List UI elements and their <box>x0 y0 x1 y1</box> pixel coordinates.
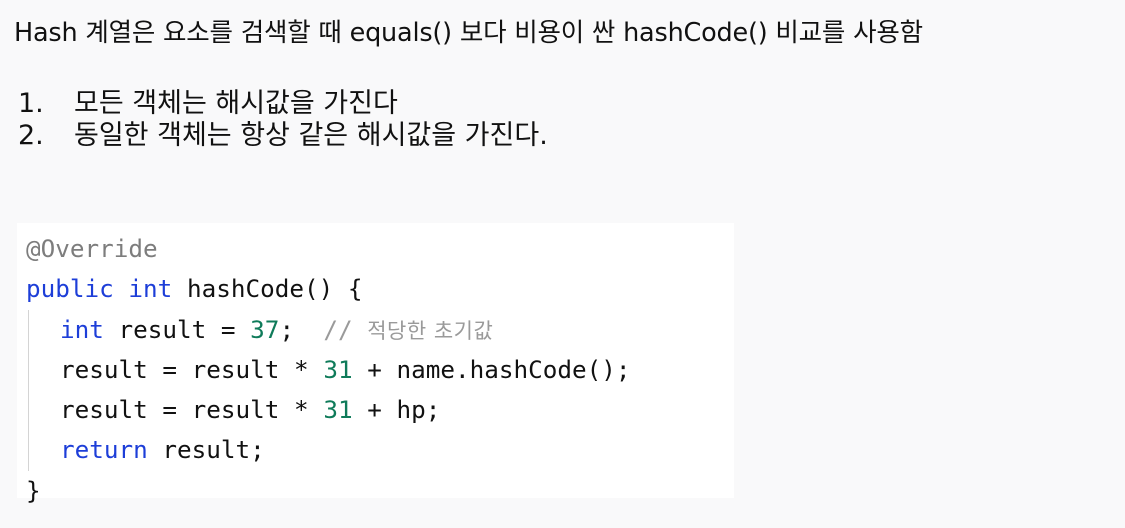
number-literal: 37 <box>250 314 280 344</box>
type-keyword: int <box>60 314 104 344</box>
modifier-keyword: public <box>26 274 114 304</box>
code-line-signature: public int hashCode() { <box>26 269 734 309</box>
hash-rules-list: 1. 모든 객체는 해시값을 가진다 2. 동일한 객체는 항상 같은 해시값을… <box>18 88 548 152</box>
number-literal: 31 <box>323 354 353 384</box>
code-text: result = <box>103 314 251 344</box>
list-item-number: 2. <box>18 120 44 151</box>
code-line-init: int result = 37; // 적당한 초기값 <box>26 309 734 351</box>
return-type-keyword: int <box>128 274 173 304</box>
code-text: ; <box>279 314 324 344</box>
page-heading: Hash 계열은 요소를 검색할 때 equals() 보다 비용이 싼 has… <box>14 18 923 48</box>
code-line-return: return result; <box>26 430 734 472</box>
list-item: 1. 모든 객체는 해시값을 가진다 <box>18 88 548 120</box>
annotation-token: @Override <box>26 234 158 263</box>
list-item-text: 모든 객체는 해시값을 가진다 <box>74 88 398 119</box>
code-text: result; <box>147 435 265 465</box>
closing-brace: } <box>26 475 41 505</box>
comment-text: 적당한 초기값 <box>367 318 494 343</box>
code-text: result = result * <box>60 354 324 384</box>
code-block: @Override public int hashCode() { int re… <box>17 223 734 505</box>
code-text: + name.hashCode(); <box>352 354 631 384</box>
number-literal: 31 <box>323 395 353 425</box>
code-line-annotation: @Override <box>26 229 734 269</box>
code-line-name-hash: result = result * 31 + name.hashCode(); <box>26 349 734 391</box>
list-item-number: 1. <box>18 88 44 119</box>
code-line-hp-hash: result = result * 31 + hp; <box>26 390 734 431</box>
code-line-closing: } <box>26 471 734 511</box>
return-keyword: return <box>60 435 148 465</box>
comment-slashes: // <box>323 314 368 344</box>
list-item-text: 동일한 객체는 항상 같은 해시값을 가진다. <box>74 120 548 151</box>
signature-rest: hashCode() { <box>172 274 363 304</box>
code-text: result = result * <box>60 395 324 425</box>
code-text: + hp; <box>352 395 441 425</box>
page: { "heading": "Hash 계열은 요소를 검색할 때 equals(… <box>0 0 1125 528</box>
list-item: 2. 동일한 객체는 항상 같은 해시값을 가진다. <box>18 120 548 152</box>
